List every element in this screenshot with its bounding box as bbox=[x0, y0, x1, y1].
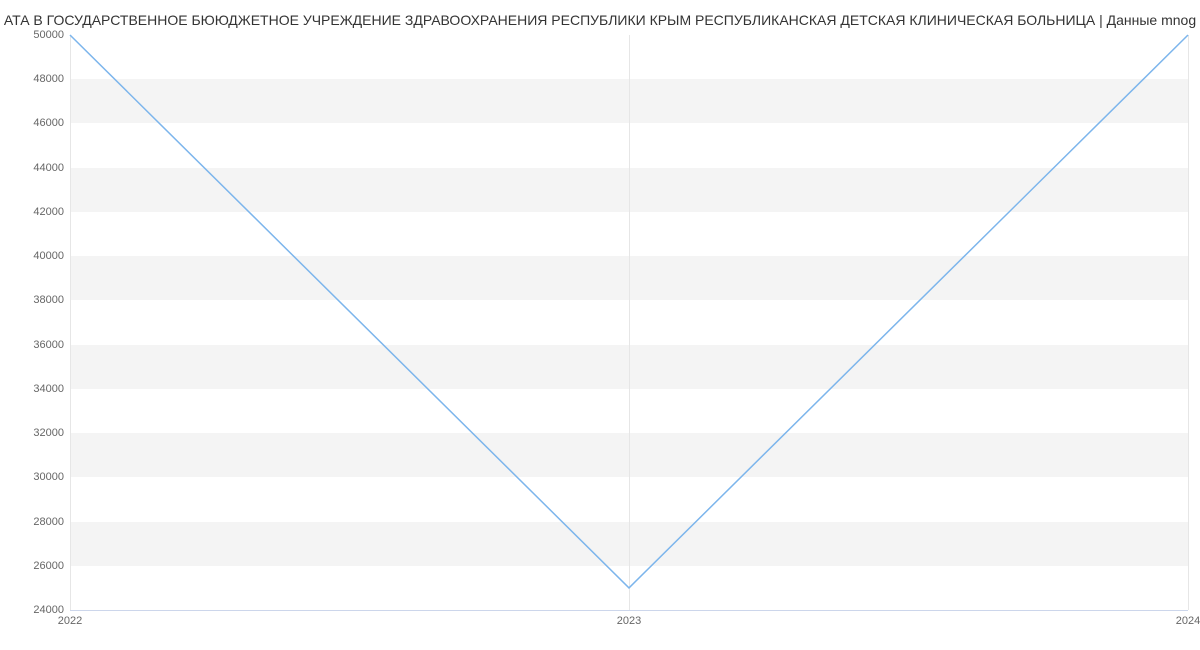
y-tick-label: 30000 bbox=[33, 471, 64, 483]
y-tick-label: 32000 bbox=[33, 427, 64, 439]
series-line bbox=[70, 35, 1188, 588]
y-tick-label: 42000 bbox=[33, 206, 64, 218]
y-tick-label: 40000 bbox=[33, 250, 64, 262]
y-tick-label: 44000 bbox=[33, 162, 64, 174]
plot-area bbox=[70, 35, 1188, 610]
data-line bbox=[70, 35, 1188, 610]
y-tick-label: 34000 bbox=[33, 383, 64, 395]
y-tick-label: 28000 bbox=[33, 516, 64, 528]
y-tick-label: 36000 bbox=[33, 339, 64, 351]
y-tick-label: 26000 bbox=[33, 560, 64, 572]
chart-title: АТА В ГОСУДАРСТВЕННОЕ БЮЮДЖЕТНОЕ УЧРЕЖДЕ… bbox=[0, 12, 1200, 28]
y-tick-label: 50000 bbox=[33, 29, 64, 41]
y-tick-label: 38000 bbox=[33, 294, 64, 306]
x-tick-label: 2023 bbox=[617, 615, 641, 627]
x-tick-label: 2024 bbox=[1176, 615, 1200, 627]
y-tick-label: 48000 bbox=[33, 73, 64, 85]
y-tick-label: 46000 bbox=[33, 117, 64, 129]
x-tick-label: 2022 bbox=[58, 615, 82, 627]
x-gridline bbox=[1188, 35, 1189, 610]
